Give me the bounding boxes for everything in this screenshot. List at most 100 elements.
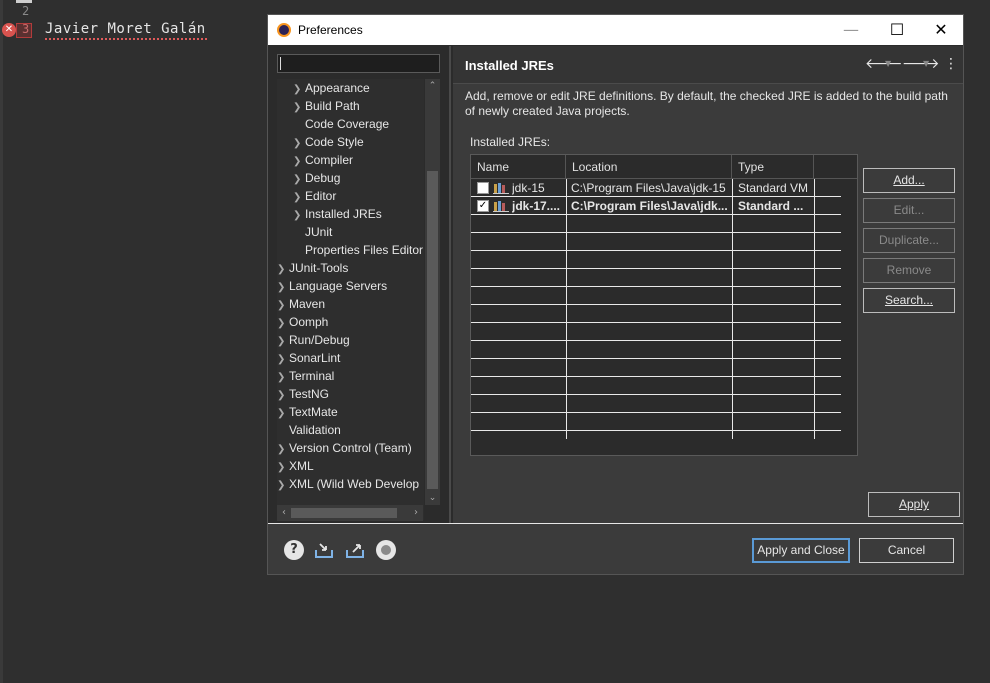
table-row[interactable] xyxy=(471,215,841,233)
tree-item[interactable]: ❯ TextMate xyxy=(277,403,338,421)
tree-item[interactable]: ❯ Compiler xyxy=(293,151,353,169)
jre-table[interactable]: Name Location Type jdk-15 C:\Program File… xyxy=(470,154,858,456)
column-separator xyxy=(732,179,733,439)
preferences-tree[interactable]: ❯ Appearance ❯ Build Path Code Coverage ❯ Code… xyxy=(277,79,424,520)
jre-checkbox[interactable] xyxy=(477,182,489,194)
jre-type-cell: Standard ... xyxy=(738,199,804,213)
table-row[interactable]: jdk-15 C:\Program Files\Java\jdk-15 Standa… xyxy=(471,179,841,197)
edit-button-label: Edit... xyxy=(893,203,925,217)
tree-item[interactable]: JUnit xyxy=(293,223,332,241)
error-icon[interactable]: ✕ xyxy=(2,23,16,37)
scroll-left-icon[interactable]: ‹ xyxy=(277,505,291,521)
tree-item-label: Compiler xyxy=(305,153,354,167)
forward-arrow-icon[interactable]: 🡒 xyxy=(902,55,940,73)
tree-horizontal-scrollbar[interactable]: ‹ › xyxy=(277,505,423,521)
minimize-button[interactable]: — xyxy=(828,15,874,45)
table-row[interactable] xyxy=(471,305,841,323)
help-icon[interactable]: ? xyxy=(284,540,304,560)
column-header-location[interactable]: Location xyxy=(566,155,732,179)
table-row[interactable] xyxy=(471,323,841,341)
add-button[interactable]: Add... xyxy=(863,168,955,193)
back-arrow-icon[interactable]: 🡐 xyxy=(865,55,903,73)
column-header-type[interactable]: Type xyxy=(732,155,814,179)
dialog-titlebar[interactable]: Preferences — ☐ ✕ xyxy=(268,15,963,45)
tree-item-label: Code Coverage xyxy=(305,117,390,131)
table-row[interactable]: ✓ jdk-17.... C:\Program Files\Java\jdk... S… xyxy=(471,197,841,215)
apply-button[interactable]: Apply xyxy=(868,492,960,517)
tree-item-label: Validation xyxy=(289,423,341,437)
cancel-button[interactable]: Cancel xyxy=(859,538,954,563)
tree-item[interactable]: ❯ Run/Debug xyxy=(277,331,350,349)
tree-item[interactable]: Code Coverage xyxy=(293,115,389,133)
tree-item[interactable]: ❯ JUnit-Tools xyxy=(277,259,348,277)
tree-item-label: TextMate xyxy=(289,405,338,419)
preferences-dialog: Preferences — ☐ ✕ ❯ Appearance ❯ Build Path… xyxy=(267,14,964,575)
table-row[interactable] xyxy=(471,287,841,305)
tree-item-label: Maven xyxy=(289,297,326,311)
apply-and-close-button[interactable]: Apply and Close xyxy=(752,538,850,563)
table-row[interactable] xyxy=(471,413,841,431)
table-row[interactable] xyxy=(471,233,841,251)
back-dropdown-icon[interactable]: ▼ xyxy=(885,55,891,73)
tree-item[interactable]: ❯ Build Path xyxy=(293,97,360,115)
tree-item[interactable]: ❯ Version Control (Team) xyxy=(277,439,412,457)
tree-item[interactable]: ❯ Appearance xyxy=(293,79,370,97)
tree-item-label: Installed JREs xyxy=(305,207,382,221)
chevron-right-icon[interactable]: ❯ xyxy=(277,477,289,495)
tree-item[interactable]: ❯ Installed JREs xyxy=(293,205,382,223)
tree-item-label: Editor xyxy=(305,189,337,203)
jre-library-icon xyxy=(493,201,509,212)
tree-vertical-scrollbar[interactable]: ⌃ ⌄ xyxy=(425,79,440,505)
tree-item[interactable]: Validation xyxy=(277,421,341,439)
jre-type-cell: Standard VM xyxy=(738,181,809,195)
scroll-down-icon[interactable]: ⌄ xyxy=(425,491,440,505)
scroll-thumb[interactable] xyxy=(427,171,438,489)
code-line[interactable]: Javier Moret Galán xyxy=(45,21,206,37)
table-row[interactable] xyxy=(471,251,841,269)
tree-item-label: Debug xyxy=(305,171,341,185)
table-row[interactable] xyxy=(471,269,841,287)
tree-item[interactable]: ❯ Debug xyxy=(293,169,340,187)
table-row[interactable] xyxy=(471,359,841,377)
import-icon[interactable] xyxy=(314,540,334,560)
tree-item[interactable]: ❯ Maven xyxy=(277,295,325,313)
scroll-up-icon[interactable]: ⌃ xyxy=(425,79,440,93)
jre-table-label: Installed JREs: xyxy=(470,135,551,149)
error-squiggle xyxy=(45,38,207,40)
column-header-name[interactable]: Name xyxy=(471,155,566,179)
column-header-filler xyxy=(814,155,857,179)
tree-item[interactable]: ❯ Code Style xyxy=(293,133,364,151)
close-button[interactable]: ✕ xyxy=(918,15,964,45)
tree-item[interactable]: ❯ TestNG xyxy=(277,385,329,403)
tree-item-label: Appearance xyxy=(305,81,370,95)
maximize-button[interactable]: ☐ xyxy=(874,15,920,45)
tree-item[interactable]: ❯ XML (Wild Web Develop xyxy=(277,475,419,493)
tree-item[interactable]: ❯ Terminal xyxy=(277,367,334,385)
tree-item[interactable]: ❯ SonarLint xyxy=(277,349,340,367)
text-caret xyxy=(280,57,281,70)
tree-item[interactable]: Properties Files Editor xyxy=(293,241,423,259)
scroll-thumb[interactable] xyxy=(291,508,397,518)
tree-item-label: Run/Debug xyxy=(289,333,350,347)
forward-dropdown-icon[interactable]: ▼ xyxy=(923,55,929,73)
table-row[interactable] xyxy=(471,341,841,359)
view-menu-icon[interactable]: ⋮ xyxy=(944,55,958,73)
table-row[interactable] xyxy=(471,377,841,395)
column-separator xyxy=(814,179,815,439)
tree-item[interactable]: ❯ Editor xyxy=(293,187,336,205)
eclipse-icon xyxy=(277,23,291,37)
tree-item[interactable]: ❯ Oomph xyxy=(277,313,328,331)
table-row[interactable] xyxy=(471,395,841,413)
search-button[interactable]: Search... xyxy=(863,288,955,313)
edit-button[interactable]: Edit... xyxy=(863,198,955,223)
jre-checkbox[interactable]: ✓ xyxy=(477,200,489,212)
scroll-right-icon[interactable]: › xyxy=(409,505,423,521)
tree-item[interactable]: ❯ Language Servers xyxy=(277,277,387,295)
oomph-icon[interactable] xyxy=(376,540,396,560)
preferences-tree-pane: ❯ Appearance ❯ Build Path Code Coverage ❯ Code… xyxy=(268,46,451,523)
export-icon[interactable] xyxy=(345,540,365,560)
tree-item[interactable]: ❯ XML xyxy=(277,457,314,475)
remove-button[interactable]: Remove xyxy=(863,258,955,283)
filter-input[interactable] xyxy=(277,54,440,73)
duplicate-button[interactable]: Duplicate... xyxy=(863,228,955,253)
